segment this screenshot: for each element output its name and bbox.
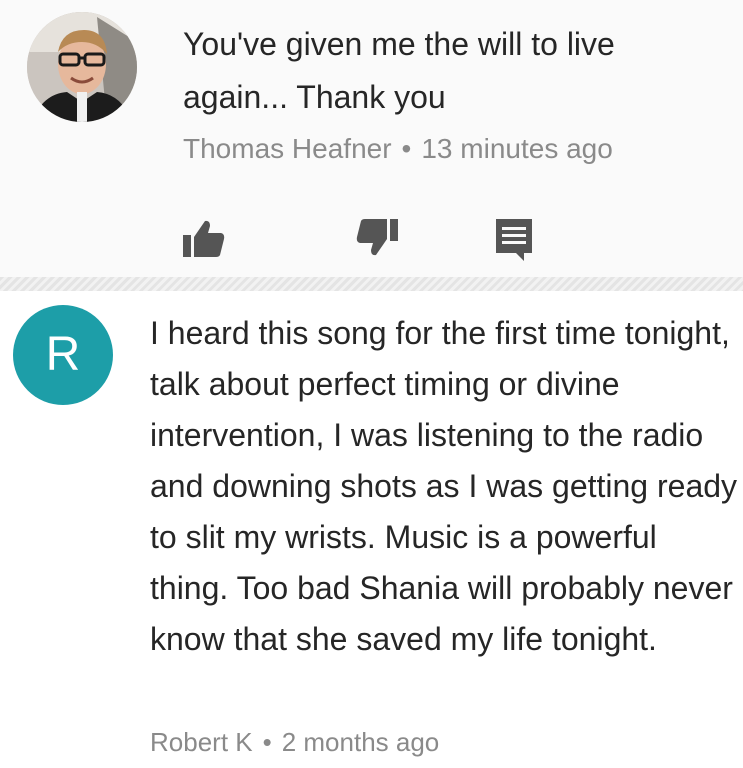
- comment-divider: [0, 277, 743, 291]
- comment-actions: [0, 215, 743, 265]
- dislike-button[interactable]: [355, 215, 401, 261]
- comment-time: 13 minutes ago: [421, 133, 613, 164]
- reply-icon: [496, 219, 532, 261]
- thumbs-up-icon: [183, 220, 225, 257]
- comment-time: 2 months ago: [281, 727, 440, 757]
- comment-text: I heard this song for the first time ton…: [150, 315, 738, 657]
- comment-meta: Robert K • 2 months ago: [150, 727, 439, 758]
- comment-author[interactable]: Thomas Heafner: [183, 133, 392, 164]
- like-button[interactable]: [180, 215, 226, 261]
- avatar[interactable]: R: [13, 305, 113, 405]
- comment-meta: Thomas Heafner • 13 minutes ago: [183, 133, 613, 165]
- comment-item: You've given me the will to live again..…: [0, 0, 743, 277]
- reply-button[interactable]: [492, 215, 538, 261]
- profile-photo: [27, 12, 137, 122]
- meta-separator: •: [262, 727, 272, 757]
- avatar[interactable]: [27, 12, 137, 122]
- comment-text: You've given me the will to live again..…: [183, 26, 615, 115]
- comment-author[interactable]: Robert K: [150, 727, 253, 757]
- meta-separator: •: [401, 133, 412, 164]
- thumbs-down-icon: [356, 219, 398, 256]
- comment-item: R I heard this song for the first time t…: [0, 291, 743, 768]
